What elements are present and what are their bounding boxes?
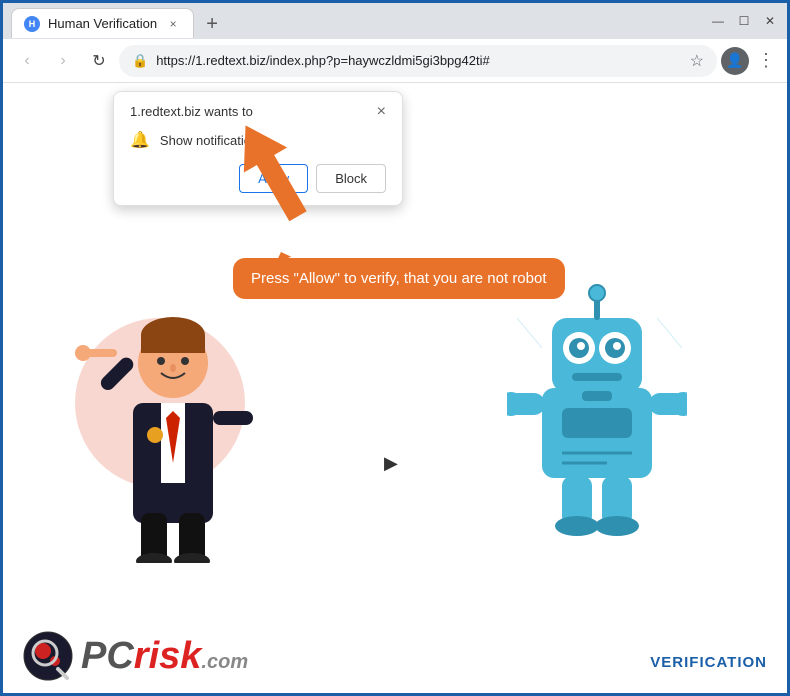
window-controls: — ☐ ✕ [709,12,779,30]
refresh-button[interactable]: ↻ [83,45,115,77]
minimize-button[interactable]: — [709,12,727,30]
verification-badge: VERIFICATION [650,654,767,671]
address-bar[interactable]: 🔒 https://1.redtext.biz/index.php?p=hayw… [119,45,717,77]
menu-button[interactable]: ⋮ [753,46,779,75]
notification-text: Show notifications [160,133,265,148]
forward-button[interactable]: › [47,45,79,77]
back-button[interactable]: ‹ [11,45,43,77]
allow-button[interactable]: Allow [239,164,308,193]
tab-favicon: H [24,16,40,32]
lock-icon: 🔒 [132,53,148,69]
pcrisk-icon [23,631,73,681]
verification-text: VERIFICATION [650,654,767,671]
speech-bubble: Press "Allow" to verify, that you are no… [233,258,565,299]
tab-title: Human Verification [48,16,157,31]
tab-close-button[interactable]: × [165,16,181,32]
url-text: https://1.redtext.biz/index.php?p=haywcz… [156,53,681,68]
tab-bar: H Human Verification × + [11,4,705,38]
favicon-letter: H [29,19,36,29]
speech-bubble-text: Press "Allow" to verify, that you are no… [251,270,547,287]
browser-frame: H Human Verification × + — ☐ ✕ ‹ › ↻ 🔒 h… [3,3,787,693]
pcrisk-logo-text: PCrisk.com [81,637,248,675]
profile-button[interactable]: 👤 [721,47,749,75]
footer-logo: PCrisk.com [23,631,248,681]
active-tab[interactable]: H Human Verification × [11,8,194,38]
navigation-bar: ‹ › ↻ 🔒 https://1.redtext.biz/index.php?… [3,39,787,83]
pc-text: PC [81,635,134,677]
popup-title: 1.redtext.biz wants to [130,104,253,119]
bell-icon: 🔔 [130,130,150,150]
com-text: .com [201,651,248,673]
maximize-button[interactable]: ☐ [735,12,753,30]
popup-header: 1.redtext.biz wants to × [130,104,386,120]
block-button[interactable]: Block [316,164,386,193]
bookmark-icon[interactable]: ☆ [690,51,704,71]
title-bar: H Human Verification × + — ☐ ✕ [3,3,787,39]
page-content: 1.redtext.biz wants to × 🔔 Show notifica… [3,83,787,693]
popup-notification-row: 🔔 Show notifications [130,130,386,150]
new-tab-button[interactable]: + [198,10,226,38]
popup-close-button[interactable]: × [377,104,386,120]
profile-icon: 👤 [726,52,743,69]
close-button[interactable]: ✕ [761,12,779,30]
notification-popup: 1.redtext.biz wants to × 🔔 Show notifica… [113,91,403,206]
popup-buttons: Allow Block [130,164,386,193]
risk-text: risk [134,635,202,677]
robot-illustration [507,268,687,538]
